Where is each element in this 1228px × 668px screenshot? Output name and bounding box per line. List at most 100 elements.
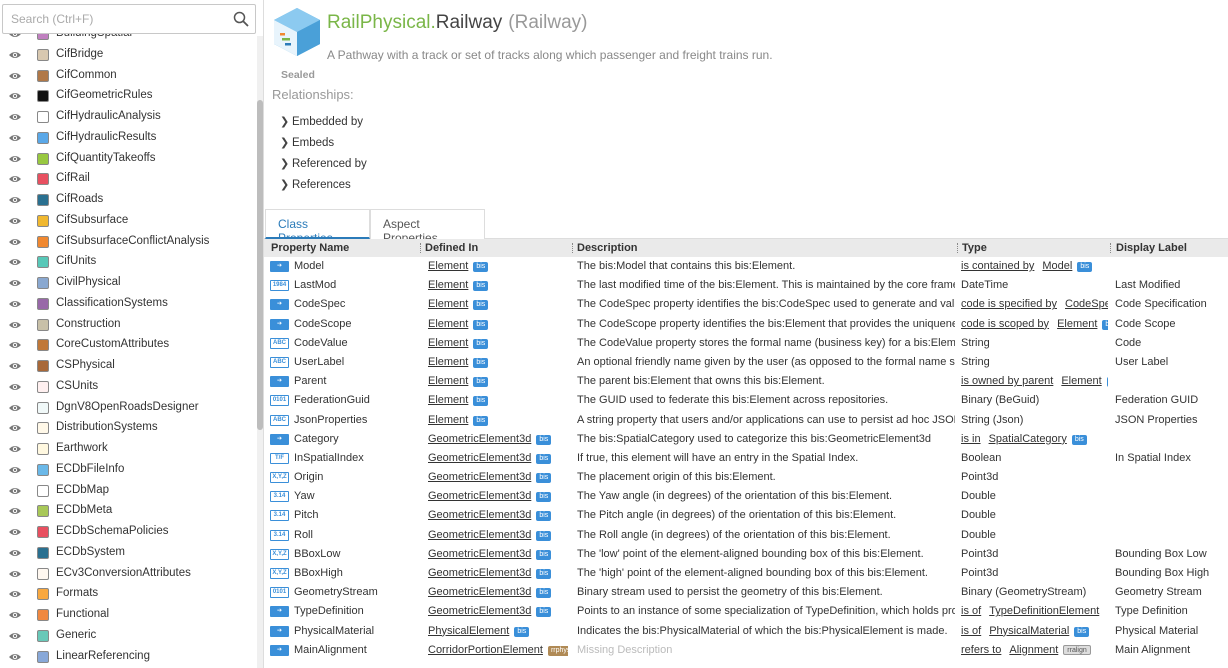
eye-icon[interactable] (8, 631, 22, 641)
eye-icon[interactable] (8, 154, 22, 164)
schema-label[interactable]: DistributionSystems (56, 421, 158, 433)
defined-in-link[interactable]: Element (428, 260, 468, 272)
relationship-embeds[interactable]: ❯ Embeds (280, 136, 334, 149)
sidebar-schema-item[interactable]: CSUnits (0, 377, 256, 398)
defined-in-link[interactable]: Element (428, 414, 468, 426)
sidebar-schema-item[interactable]: Functional (0, 605, 256, 626)
eye-icon[interactable] (8, 589, 22, 599)
relationship-references[interactable]: ❯ References (280, 178, 351, 191)
target-class-link[interactable]: Element (1057, 318, 1097, 330)
sidebar-schema-item[interactable]: ECDbSchemaPolicies (0, 522, 256, 543)
sidebar-schema-item[interactable]: CivilPhysical (0, 273, 256, 294)
sidebar-schema-item[interactable]: DgnV8OpenRoadsDesigner (0, 398, 256, 419)
relationship-type-link[interactable]: code is specified by (961, 298, 1057, 310)
eye-icon[interactable] (8, 133, 22, 143)
schema-label[interactable]: CifCommon (56, 69, 117, 81)
sidebar-schema-item[interactable]: ECDbFileInfo (0, 460, 256, 481)
eye-icon[interactable] (8, 361, 22, 371)
column-header-type[interactable]: Type (962, 242, 987, 254)
table-row[interactable]: ➔ TypeDefinition GeometricElement3d bis Poin… (264, 602, 1228, 621)
schema-label[interactable]: Earthwork (56, 442, 108, 454)
eye-icon[interactable] (8, 652, 22, 662)
defined-in-link[interactable]: Element (428, 337, 468, 349)
schema-label[interactable]: ECDbFileInfo (56, 463, 124, 475)
table-row[interactable]: ABC CodeValue Element bis The CodeValue prop… (264, 334, 1228, 353)
table-row[interactable]: 3.14 Roll GeometricElement3d bis The Roll an… (264, 526, 1228, 545)
table-row[interactable]: ➔ CodeScope Element bis The CodeScope proper… (264, 315, 1228, 334)
target-class-link[interactable]: Element (1061, 375, 1101, 387)
sidebar-schema-item[interactable]: Earthwork (0, 439, 256, 460)
eye-icon[interactable] (8, 548, 22, 558)
sidebar-scroll-thumb[interactable] (257, 100, 263, 430)
sidebar-schema-item[interactable]: CifRail (0, 169, 256, 190)
schema-label[interactable]: ECDbSystem (56, 546, 125, 558)
column-resize-handle[interactable] (957, 243, 959, 253)
sidebar-schema-item[interactable]: CSPhysical (0, 356, 256, 377)
eye-icon[interactable] (8, 299, 22, 309)
column-resize-handle[interactable] (420, 243, 422, 253)
sidebar-schema-item[interactable]: Construction (0, 315, 256, 336)
sidebar-schema-item[interactable]: Formats (0, 584, 256, 605)
target-class-link[interactable]: SpatialCategory (989, 433, 1067, 445)
target-class-link[interactable]: CodeSpec (1065, 298, 1108, 310)
column-resize-handle[interactable] (572, 243, 574, 253)
schema-label[interactable]: CifHydraulicAnalysis (56, 110, 161, 122)
eye-icon[interactable] (8, 237, 22, 247)
eye-icon[interactable] (8, 278, 22, 288)
sidebar-schema-item[interactable]: CifUnits (0, 252, 256, 273)
sidebar-schema-item[interactable]: CifSubsurfaceConflictAnalysis (0, 232, 256, 253)
column-header-display-label[interactable]: Display Label (1116, 242, 1187, 254)
defined-in-link[interactable]: Element (428, 356, 468, 368)
defined-in-link[interactable]: GeometricElement3d (428, 433, 531, 445)
eye-icon[interactable] (8, 423, 22, 433)
sidebar-schema-item[interactable]: CoreCustomAttributes (0, 335, 256, 356)
eye-icon[interactable] (8, 195, 22, 205)
table-row[interactable]: X,Y,Z BBoxHigh GeometricElement3d bis The 'h… (264, 564, 1228, 583)
defined-in-link[interactable]: GeometricElement3d (428, 490, 531, 502)
sidebar-schema-item[interactable]: ECDbMap (0, 481, 256, 502)
eye-icon[interactable] (8, 91, 22, 101)
schema-label[interactable]: ECDbMap (56, 484, 109, 496)
defined-in-link[interactable]: GeometricElement3d (428, 509, 531, 521)
table-row[interactable]: ➔ PhysicalMaterial PhysicalElement bis Indic… (264, 622, 1228, 641)
sidebar-schema-item[interactable]: CifRoads (0, 190, 256, 211)
table-row[interactable]: ➔ Category GeometricElement3d bis The bis:Sp… (264, 430, 1228, 449)
relationship-embedded-by[interactable]: ❯ Embedded by (280, 115, 363, 128)
schema-label[interactable]: Functional (56, 608, 109, 620)
eye-icon[interactable] (8, 403, 22, 413)
eye-icon[interactable] (8, 506, 22, 516)
sidebar-schema-item[interactable]: CifBridge (0, 45, 256, 66)
schema-label[interactable]: CifUnits (56, 255, 96, 267)
schema-label[interactable]: CifRoads (56, 193, 103, 205)
eye-icon[interactable] (8, 610, 22, 620)
table-row[interactable]: 0101 GeometryStream GeometricElement3d bis B… (264, 583, 1228, 602)
relationship-type-link[interactable]: is contained by (961, 260, 1034, 272)
relationship-referenced-by[interactable]: ❯ Referenced by (280, 157, 367, 170)
search-icon[interactable] (233, 11, 249, 27)
defined-in-link[interactable]: GeometricElement3d (428, 605, 531, 617)
table-row[interactable]: ➔ MainAlignment CorridorPortionElement rrph… (264, 641, 1228, 660)
column-header-property-name[interactable]: Property Name (271, 242, 349, 254)
schema-label[interactable]: CifQuantityTakeoffs (56, 152, 156, 164)
eye-icon[interactable] (8, 71, 22, 81)
table-row[interactable]: ABC UserLabel Element bis An optional friend… (264, 353, 1228, 372)
schema-label[interactable]: CifSubsurface (56, 214, 128, 226)
target-class-link[interactable]: TypeDefinitionElement (989, 605, 1099, 617)
sidebar-schema-item[interactable]: CifHydraulicAnalysis (0, 107, 256, 128)
relationship-type-link[interactable]: is of (961, 625, 981, 637)
sidebar-schema-item[interactable]: ECDbSystem (0, 543, 256, 564)
defined-in-link[interactable]: Element (428, 318, 468, 330)
schema-label[interactable]: CifGeometricRules (56, 89, 153, 101)
defined-in-link[interactable]: Element (428, 394, 468, 406)
schema-label[interactable]: CifBridge (56, 48, 103, 60)
target-class-link[interactable]: Alignment (1009, 644, 1058, 656)
sidebar-schema-item[interactable]: CifCommon (0, 66, 256, 87)
schema-label[interactable]: CivilPhysical (56, 276, 121, 288)
search-box[interactable] (2, 4, 256, 34)
sidebar-schema-item[interactable]: ClassificationSystems (0, 294, 256, 315)
schema-label[interactable]: CifRail (56, 172, 90, 184)
sidebar-schema-item[interactable]: CifQuantityTakeoffs (0, 149, 256, 170)
sidebar-schema-item[interactable]: Generic (0, 626, 256, 647)
eye-icon[interactable] (8, 444, 22, 454)
sidebar-schema-item[interactable]: ECv3ConversionAttributes (0, 564, 256, 585)
